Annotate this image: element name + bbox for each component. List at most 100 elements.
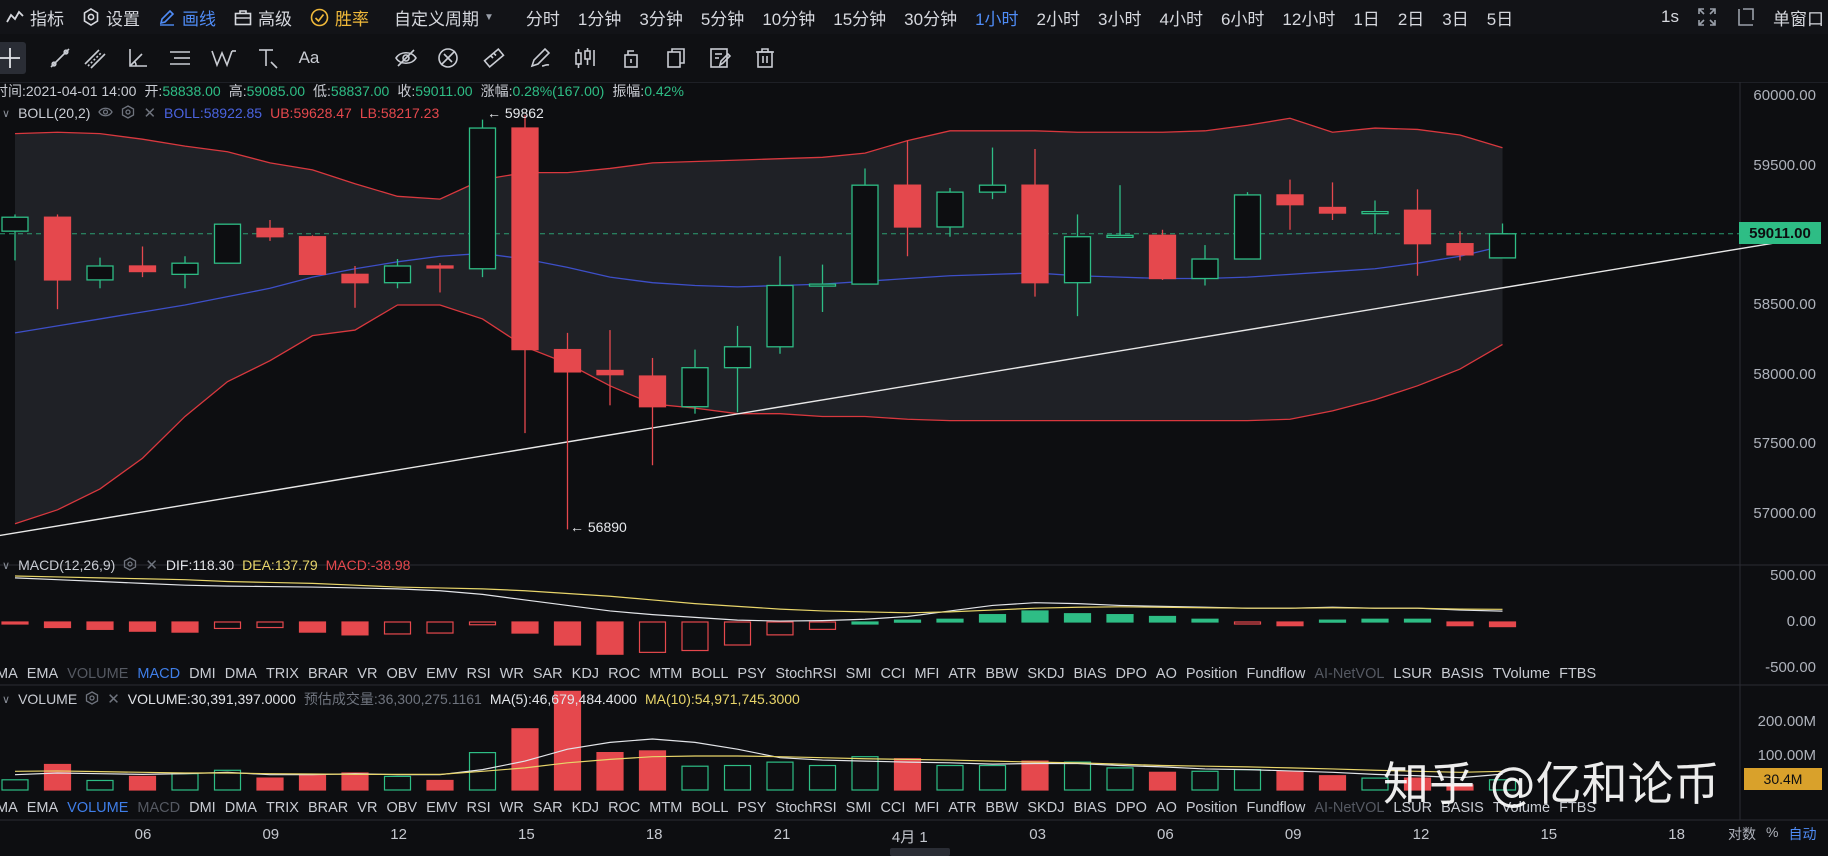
indicator-tab-lsur[interactable]: LSUR <box>1393 666 1441 682</box>
timeframe-0[interactable]: 分时 <box>517 0 569 34</box>
interval-1s[interactable]: 1s <box>1652 0 1688 34</box>
timeframe-7[interactable]: 1小时 <box>966 0 1027 34</box>
brush-tool-icon[interactable] <box>524 42 556 74</box>
trend-line-tool-icon[interactable] <box>44 42 76 74</box>
indicator-tab-tvolume[interactable]: TVolume <box>1493 666 1559 682</box>
chart-canvas[interactable] <box>0 82 1828 856</box>
timeframe-14[interactable]: 2日 <box>1389 0 1433 34</box>
volume-collapse-caret-icon[interactable]: ∨ <box>2 693 10 706</box>
timeframe-2[interactable]: 3分钟 <box>630 0 691 34</box>
indicator-tab-mfi[interactable]: MFI <box>914 666 948 682</box>
indicator-tab-sar[interactable]: SAR <box>533 800 572 816</box>
indicator-tab-bias[interactable]: BIAS <box>1073 666 1115 682</box>
timeframe-16[interactable]: 5日 <box>1478 0 1522 34</box>
indicator-tab-wr[interactable]: WR <box>500 800 533 816</box>
indicator-tab-kdj[interactable]: KDJ <box>572 666 608 682</box>
indicator-tab-sar[interactable]: SAR <box>533 666 572 682</box>
macd-settings-icon[interactable] <box>123 556 137 574</box>
text-cursor-tool-icon[interactable] <box>251 42 283 74</box>
indicator-tab-ao[interactable]: AO <box>1156 666 1186 682</box>
indicator-tab-psy[interactable]: PSY <box>737 666 775 682</box>
wave-tool-icon[interactable] <box>208 42 240 74</box>
indicator-tab-mtm[interactable]: MTM <box>649 800 691 816</box>
indicator-tab-cci[interactable]: CCI <box>880 800 914 816</box>
indicator-tab-smi[interactable]: SMI <box>846 666 881 682</box>
indicator-tab-dmi[interactable]: DMI <box>189 666 225 682</box>
indicator-tab-stochrsi[interactable]: StochRSI <box>775 666 845 682</box>
indicator-tab-ema[interactable]: EMA <box>27 666 67 682</box>
timeframe-5[interactable]: 15分钟 <box>824 0 895 34</box>
indicators-button[interactable]: 指标 <box>0 0 73 34</box>
indicator-tab-vr[interactable]: VR <box>357 666 386 682</box>
indicator-tab-ai-netvol[interactable]: AI-NetVOL <box>1314 800 1393 816</box>
parallel-channel-tool-icon[interactable] <box>79 42 111 74</box>
indicator-tab-trix[interactable]: TRIX <box>266 666 308 682</box>
timeframe-4[interactable]: 10分钟 <box>753 0 824 34</box>
magnet-tool-icon[interactable] <box>432 42 464 74</box>
indicator-tab-obv[interactable]: OBV <box>386 666 426 682</box>
winrate-button[interactable]: 胜率 <box>301 0 378 34</box>
eye-hide-tool-icon[interactable] <box>390 42 422 74</box>
indicator-tab-wr[interactable]: WR <box>500 666 533 682</box>
indicator-tab-bbw[interactable]: BBW <box>985 800 1027 816</box>
indicator-tab-kdj[interactable]: KDJ <box>572 800 608 816</box>
indicator-tab-position[interactable]: Position <box>1186 666 1247 682</box>
auto-scale-toggle[interactable]: 自动 <box>1788 824 1816 844</box>
timeframe-9[interactable]: 3小时 <box>1089 0 1150 34</box>
indicator-tab-bias[interactable]: BIAS <box>1073 800 1115 816</box>
macd-remove-icon[interactable]: ✕ <box>145 556 158 574</box>
timeframe-13[interactable]: 1日 <box>1344 0 1388 34</box>
trash-tool-icon[interactable] <box>749 42 781 74</box>
horizontal-lines-tool-icon[interactable] <box>164 42 196 74</box>
indicator-tab-boll[interactable]: BOLL <box>691 800 737 816</box>
indicator-tab-ma[interactable]: MA <box>0 666 27 682</box>
timeframe-8[interactable]: 2小时 <box>1028 0 1089 34</box>
indicator-tab-roc[interactable]: ROC <box>608 666 649 682</box>
scroll-handle[interactable] <box>890 848 950 856</box>
lock-tool-icon[interactable] <box>615 42 647 74</box>
settings-button[interactable]: 设置 <box>73 0 149 34</box>
indicator-tab-ao[interactable]: AO <box>1156 800 1186 816</box>
indicator-tab-emv[interactable]: EMV <box>426 800 466 816</box>
indicator-tab-emv[interactable]: EMV <box>426 666 466 682</box>
indicator-tab-rsi[interactable]: RSI <box>466 666 499 682</box>
indicator-tab-volume[interactable]: VOLUME <box>67 800 137 816</box>
indicator-tab-macd[interactable]: MACD <box>137 800 189 816</box>
window-icon[interactable] <box>1726 0 1764 34</box>
indicator-tab-boll[interactable]: BOLL <box>691 666 737 682</box>
indicator-tab-psy[interactable]: PSY <box>737 800 775 816</box>
advanced-button[interactable]: 高级 <box>225 0 301 34</box>
indicator-tab-smi[interactable]: SMI <box>846 800 881 816</box>
ruler-tool-icon[interactable] <box>478 42 510 74</box>
indicator-tab-cci[interactable]: CCI <box>880 666 914 682</box>
timeframe-3[interactable]: 5分钟 <box>692 0 753 34</box>
timeframe-15[interactable]: 3日 <box>1433 0 1477 34</box>
timeframe-1[interactable]: 1分钟 <box>569 0 630 34</box>
indicator-tab-rsi[interactable]: RSI <box>466 800 499 816</box>
indicator-tab-fundflow[interactable]: Fundflow <box>1246 800 1314 816</box>
timeframe-12[interactable]: 12小时 <box>1273 0 1344 34</box>
edit-note-tool-icon[interactable] <box>704 42 736 74</box>
indicator-tab-skdj[interactable]: SKDJ <box>1027 666 1073 682</box>
indicator-tab-macd[interactable]: MACD <box>137 666 189 682</box>
percent-scale-toggle[interactable]: % <box>1766 824 1778 844</box>
indicator-tab-dpo[interactable]: DPO <box>1116 666 1156 682</box>
indicator-tab-vr[interactable]: VR <box>357 800 386 816</box>
indicator-tab-dma[interactable]: DMA <box>225 800 266 816</box>
single-window-button[interactable]: 单窗口 <box>1764 0 1828 34</box>
text-tool-icon[interactable]: Aa <box>293 42 325 74</box>
custom-period-dropdown[interactable]: 自定义周期 ▼ <box>378 0 503 34</box>
copy-tool-icon[interactable] <box>660 42 692 74</box>
indicator-tab-bbw[interactable]: BBW <box>985 666 1027 682</box>
indicator-tab-dma[interactable]: DMA <box>225 666 266 682</box>
indicator-tab-position[interactable]: Position <box>1186 800 1247 816</box>
indicator-tab-trix[interactable]: TRIX <box>266 800 308 816</box>
candle-pattern-tool-icon[interactable] <box>570 42 602 74</box>
indicator-tab-obv[interactable]: OBV <box>386 800 426 816</box>
indicator-tab-atr[interactable]: ATR <box>948 666 985 682</box>
volume-remove-icon[interactable]: ✕ <box>107 690 120 708</box>
indicator-tab-dpo[interactable]: DPO <box>1116 800 1156 816</box>
indicator-tab-roc[interactable]: ROC <box>608 800 649 816</box>
indicator-tab-mfi[interactable]: MFI <box>914 800 948 816</box>
indicator-tab-volume[interactable]: VOLUME <box>67 666 137 682</box>
